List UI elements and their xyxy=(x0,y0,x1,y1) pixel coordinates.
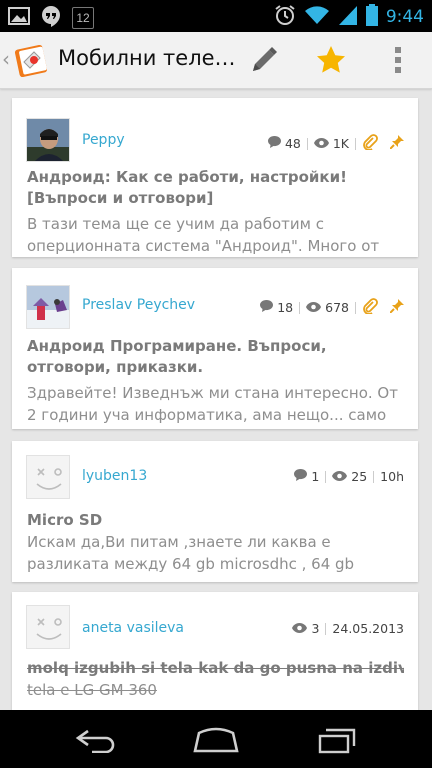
battery-icon xyxy=(365,4,378,30)
back-icon[interactable] xyxy=(71,724,121,756)
avatar[interactable] xyxy=(26,285,70,329)
navigation-bar xyxy=(0,710,432,768)
topic-stats: 18 678 xyxy=(260,298,404,317)
app-logo-icon[interactable] xyxy=(14,42,50,78)
topic-snippet: Искам да,Ви питам ,знаете ли каква е раз… xyxy=(27,533,355,573)
topic-card[interactable]: Preslav Peychev 18 678 Андроид Програмир… xyxy=(12,268,418,429)
comment-count: 48 xyxy=(284,136,301,151)
views-icon xyxy=(313,136,329,151)
topic-stats: 3 24.05.2013 xyxy=(292,621,404,636)
comments-icon xyxy=(267,136,281,151)
wifi-icon xyxy=(304,4,330,30)
topic-stats: 48 1K xyxy=(267,134,404,153)
topic-card[interactable]: lyuben13 1 25 10h Micro SD Искам да,Ви п… xyxy=(12,441,418,582)
sim-badge-icon: 12 xyxy=(72,7,94,29)
pin-icon xyxy=(389,299,404,316)
favorite-star-icon[interactable] xyxy=(311,40,351,80)
views-icon xyxy=(332,469,348,484)
view-count: 25 xyxy=(351,469,368,484)
views-icon xyxy=(306,300,322,315)
page-title: Мобилни теле… xyxy=(58,46,236,70)
view-count: 1K xyxy=(332,136,349,151)
topic-card[interactable]: Peppy 48 1K Андроид: Как се работи, наст… xyxy=(12,98,418,257)
topic-author[interactable]: lyuben13 xyxy=(82,468,147,484)
avatar[interactable] xyxy=(26,605,70,649)
topic-snippet: В тази тема ще се учим да работим с опер… xyxy=(27,215,380,255)
views-icon xyxy=(292,621,308,636)
topic-date: 24.05.2013 xyxy=(332,621,404,636)
comments-icon xyxy=(294,469,308,484)
attachment-icon xyxy=(362,134,378,153)
topic-title[interactable]: Micro SD xyxy=(27,510,404,531)
topic-author[interactable]: Preslav Peychev xyxy=(82,297,195,313)
topic-snippet: Здравейте! Изведнъж ми стана интересно. … xyxy=(27,384,398,424)
topic-author[interactable]: aneta vasileva xyxy=(82,620,184,636)
edit-pen-icon[interactable] xyxy=(244,40,284,80)
topic-title[interactable]: molq izgubih si tela kak da go pusna na … xyxy=(27,658,404,679)
view-count: 678 xyxy=(325,300,349,315)
topic-snippet: tela e LG GM 360 xyxy=(27,681,157,699)
avatar[interactable] xyxy=(26,118,70,162)
topic-title[interactable]: Андроид Програмиране. Въпроси, отговори,… xyxy=(27,336,404,378)
clock: 9:44 xyxy=(385,7,424,27)
comment-count: 18 xyxy=(277,300,294,315)
avatar[interactable] xyxy=(26,455,70,499)
overflow-menu-icon[interactable] xyxy=(378,40,418,80)
hangouts-icon xyxy=(40,5,62,31)
status-bar: 12 9:44 xyxy=(0,0,432,32)
comments-icon xyxy=(260,300,274,315)
up-chevron-icon[interactable]: ‹ xyxy=(2,47,10,71)
topic-title[interactable]: Андроид: Как се работи, настройки! [Въпр… xyxy=(27,167,404,209)
topic-stats: 1 25 10h xyxy=(294,469,404,484)
topic-age: 10h xyxy=(380,469,404,484)
comment-count: 1 xyxy=(311,469,320,484)
recent-apps-icon[interactable] xyxy=(312,724,362,756)
action-bar: ‹ Мобилни теле… xyxy=(0,32,432,89)
gallery-icon xyxy=(8,6,30,30)
attachment-icon xyxy=(362,298,378,317)
signal-icon xyxy=(338,4,358,30)
topic-author[interactable]: Peppy xyxy=(82,132,125,148)
alarm-icon xyxy=(274,4,296,30)
topic-card[interactable]: aneta vasileva 3 24.05.2013 molq izgubih… xyxy=(12,592,418,710)
view-count: 3 xyxy=(311,621,320,636)
home-icon[interactable] xyxy=(191,724,241,756)
pin-icon xyxy=(389,135,404,152)
topic-list[interactable]: Peppy 48 1K Андроид: Как се работи, наст… xyxy=(0,89,432,710)
